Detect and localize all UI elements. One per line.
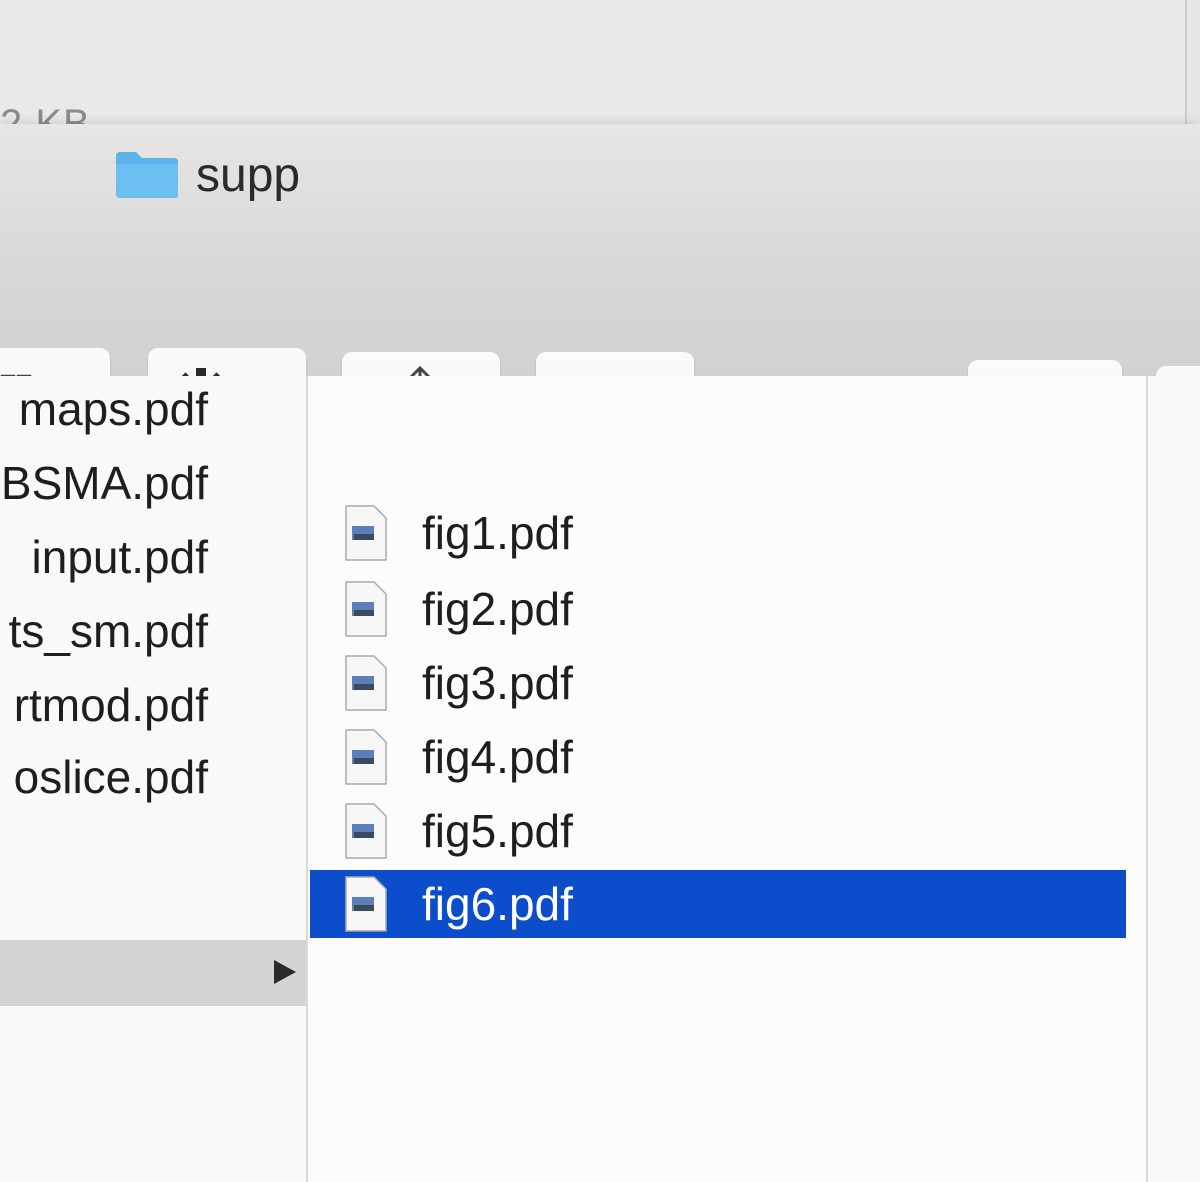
file-name: fig5.pdf [422,805,573,857]
pdf-file-icon [345,803,387,859]
file-row[interactable]: fig5.pdf [310,794,1126,868]
list-item[interactable]: input.pdf [0,520,306,594]
list-item[interactable]: rtmod.pdf [0,668,306,742]
pdf-file-icon [345,876,387,932]
list-item-label: BSMA.pdf [0,457,208,509]
file-name: fig6.pdf [422,878,573,930]
selected-folder-row[interactable] [0,940,306,1006]
pdf-file-icon [345,505,387,561]
pdf-file-icon [345,655,387,711]
background-size-label: 2 KB [0,102,91,124]
list-item-label: input.pdf [31,531,208,583]
file-row[interactable]: fig4.pdf [310,720,1126,794]
pdf-file-icon [345,729,387,785]
list-item[interactable]: ts_sm.pdf [0,594,306,668]
toolbar [0,234,1200,458]
title-bar[interactable]: supp [0,124,1200,234]
list-item-label: oslice.pdf [13,751,208,803]
list-item-label: ts_sm.pdf [8,605,208,657]
folder-icon [116,152,178,198]
list-item[interactable]: BSMA.pdf [0,446,306,520]
list-item-label: maps.pdf [18,383,208,435]
disclosure-arrow-icon [274,960,296,984]
pdf-file-icon [345,581,387,637]
file-name: fig2.pdf [422,583,573,635]
file-name: fig3.pdf [422,657,573,709]
file-row[interactable]: fig2.pdf [310,572,1126,646]
list-item-label: rtmod.pdf [13,679,208,731]
list-item[interactable]: oslice.pdf [0,740,306,814]
column-browser: maps.pdf BSMA.pdf input.pdf ts_sm.pdf rt… [0,376,1200,1182]
window-title: supp [196,149,301,202]
file-name: fig1.pdf [422,507,573,559]
finder-window: supp maps.pdf BSMA.pdf input.pdf ts_sm.p… [0,124,1200,1182]
parent-column: maps.pdf BSMA.pdf input.pdf ts_sm.pdf rt… [0,376,308,1182]
file-row[interactable]: fig1.pdf [310,496,1126,570]
preview-column [1146,376,1200,1182]
file-name: fig4.pdf [422,731,573,783]
file-row[interactable]: fig3.pdf [310,646,1126,720]
list-item[interactable]: maps.pdf [0,376,306,446]
file-row-selected[interactable]: fig6.pdf [310,870,1126,938]
